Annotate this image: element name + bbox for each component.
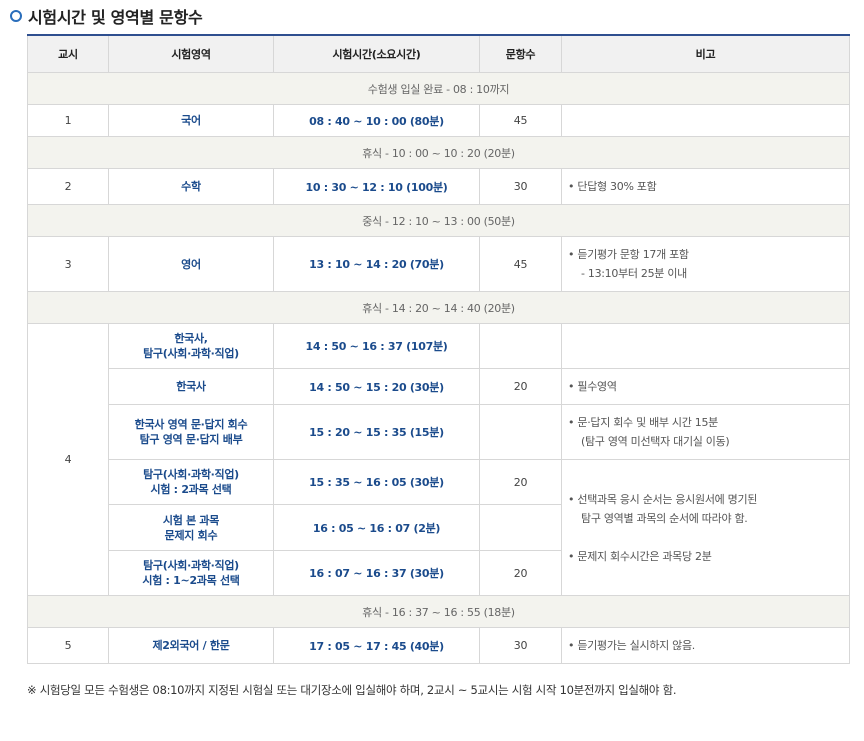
note-line: • 듣기평가 문항 17개 포함	[568, 248, 689, 261]
table-row: 탐구(사회·과학·직업) 시험 : 2과목 선택 15 : 35 ~ 16 : …	[28, 459, 850, 596]
entry-notice: 수험생 입실 완료 - 08 : 10까지	[27, 72, 850, 105]
subject-line: 탐구(사회·과학·직업)	[143, 347, 239, 360]
count-cell: 45	[479, 104, 562, 137]
note-line: (탐구 영역 미선택자 대기실 이동)	[581, 435, 730, 448]
subject-line: 탐구(사회·과학·직업)	[143, 559, 239, 572]
note-cell	[561, 104, 850, 137]
table-row: 수험생 입실 완료 - 08 : 10까지	[27, 72, 850, 105]
count-cell: 30	[479, 168, 562, 205]
header-subject: 시험영역	[108, 34, 274, 73]
table-row: 한국사 영역 문·답지 회수 탐구 영역 문·답지 배부 15 : 20 ~ 1…	[28, 404, 850, 460]
subject-cell: 탐구(사회·과학·직업) 시험 : 2과목 선택	[108, 459, 274, 505]
subject-cell: 수학	[108, 168, 274, 205]
time-cell: 14 : 50 ~ 15 : 20 (30분)	[273, 368, 480, 405]
count-cell	[479, 323, 562, 369]
note-line: • 문제지 회수시간은 과목당 2분	[568, 549, 712, 563]
count-cell: 20	[479, 368, 562, 405]
subject-cell: 영어	[108, 236, 274, 292]
note-cell: • 단답형 30% 포함	[561, 168, 850, 205]
note-cell	[561, 323, 850, 369]
subject-cell: 한국사	[108, 368, 274, 405]
table-row: 한국사 14 : 50 ~ 15 : 20 (30분) 20 • 필수영역	[28, 368, 850, 405]
section-heading: 시험시간 및 영역별 문항수	[10, 4, 203, 28]
subject-cell: 제2외국어 / 한문	[108, 627, 274, 664]
time-cell: 08 : 40 ~ 10 : 00 (80분)	[273, 104, 480, 137]
header-time: 시험시간(소요시간)	[273, 34, 480, 73]
note-cell: • 선택과목 응시 순서는 응시원서에 명기된 탐구 영역별 과목의 순서에 따…	[561, 459, 850, 596]
note-cell: • 듣기평가는 실시하지 않음.	[561, 627, 850, 664]
header-period: 교시	[27, 34, 109, 73]
period-cell: 1	[27, 104, 109, 137]
footer-note: ※ 시험당일 모든 수험생은 08:10까지 지정된 시험실 또는 대기장소에 …	[27, 683, 677, 697]
note-line: 탐구 영역별 과목의 순서에 따라야 함.	[581, 511, 748, 525]
exam-schedule-table: 교시 시험영역 시험시간(소요시간) 문항수 비고 수험생 입실 완료 - 08…	[27, 34, 850, 664]
time-cell: 16 : 05 ~ 16 : 07 (2분)	[273, 504, 480, 551]
period-cell: 2	[27, 168, 109, 205]
table-row: 2 수학 10 : 30 ~ 12 : 10 (100분) 30 • 단답형 3…	[27, 168, 850, 205]
count-cell: 20	[479, 459, 562, 505]
table-row: 5 제2외국어 / 한문 17 : 05 ~ 17 : 45 (40분) 30 …	[27, 627, 850, 664]
subject-line: 시험 : 2과목 선택	[150, 483, 232, 496]
lunch-notice: 중식 - 12 : 10 ~ 13 : 00 (50분)	[27, 204, 850, 237]
count-cell: 30	[479, 627, 562, 664]
table-row: 휴식 - 14 : 20 ~ 14 : 40 (20분)	[27, 291, 850, 324]
time-cell: 10 : 30 ~ 12 : 10 (100분)	[273, 168, 480, 205]
time-cell: 16 : 07 ~ 16 : 37 (30분)	[273, 550, 480, 596]
table-header-row: 교시 시험영역 시험시간(소요시간) 문항수 비고	[27, 34, 850, 73]
break-notice: 휴식 - 10 : 00 ~ 10 : 20 (20분)	[27, 136, 850, 169]
page-title: 시험시간 및 영역별 문항수	[28, 8, 203, 27]
circle-bullet-icon	[10, 10, 22, 22]
note-cell: • 필수영역	[561, 368, 850, 405]
table-row: 1 국어 08 : 40 ~ 10 : 00 (80분) 45	[27, 104, 850, 137]
count-cell	[479, 504, 562, 551]
header-note: 비고	[561, 34, 850, 73]
subject-cell: 탐구(사회·과학·직업) 시험 : 1~2과목 선택	[108, 550, 274, 596]
subject-line: 한국사 영역 문·답지 회수	[134, 418, 248, 431]
time-cell: 17 : 05 ~ 17 : 45 (40분)	[273, 627, 480, 664]
subject-line: 문제지 회수	[164, 528, 218, 542]
table-row: 휴식 - 10 : 00 ~ 10 : 20 (20분)	[27, 136, 850, 169]
note-cell: • 듣기평가 문항 17개 포함 - 13:10부터 25분 이내	[561, 236, 850, 292]
time-cell: 15 : 35 ~ 16 : 05 (30분)	[273, 459, 480, 505]
table-row: 휴식 - 16 : 37 ~ 16 : 55 (18분)	[27, 595, 850, 628]
note-line: • 선택과목 응시 순서는 응시원서에 명기된	[568, 492, 758, 506]
note-cell: • 문·답지 회수 및 배부 시간 15분 (탐구 영역 미선택자 대기실 이동…	[561, 404, 850, 460]
subject-line: 한국사,	[174, 332, 208, 345]
subject-line: 탐구(사회·과학·직업)	[143, 468, 239, 481]
count-cell	[479, 404, 562, 460]
subject-line: 탐구 영역 문·답지 배부	[139, 433, 243, 446]
period-cell: 5	[27, 627, 109, 664]
subject-line: 시험 본 과목	[162, 513, 220, 527]
period-cell: 4	[27, 323, 109, 596]
break-notice: 휴식 - 16 : 37 ~ 16 : 55 (18분)	[27, 595, 850, 628]
period-cell: 3	[27, 236, 109, 292]
table-row: 중식 - 12 : 10 ~ 13 : 00 (50분)	[27, 204, 850, 237]
count-cell: 20	[479, 550, 562, 596]
note-line: • 문·답지 회수 및 배부 시간 15분	[568, 416, 718, 429]
table-row: 3 영어 13 : 10 ~ 14 : 20 (70분) 45 • 듣기평가 문…	[27, 236, 850, 292]
count-cell: 45	[479, 236, 562, 292]
time-cell: 15 : 20 ~ 15 : 35 (15분)	[273, 404, 480, 460]
subject-cell: 한국사, 탐구(사회·과학·직업)	[108, 323, 274, 369]
header-count: 문항수	[479, 34, 562, 73]
subject-line: 시험 : 1~2과목 선택	[142, 574, 240, 587]
subject-cell: 국어	[108, 104, 274, 137]
table-row: 4 한국사, 탐구(사회·과학·직업) 14 : 50 ~ 16 : 37 (1…	[27, 323, 850, 596]
subject-cell: 시험 본 과목 문제지 회수	[108, 504, 274, 551]
break-notice: 휴식 - 14 : 20 ~ 14 : 40 (20분)	[27, 291, 850, 324]
time-cell: 13 : 10 ~ 14 : 20 (70분)	[273, 236, 480, 292]
subject-cell: 한국사 영역 문·답지 회수 탐구 영역 문·답지 배부	[108, 404, 274, 460]
note-line: - 13:10부터 25분 이내	[581, 267, 687, 280]
time-cell: 14 : 50 ~ 16 : 37 (107분)	[273, 323, 480, 369]
